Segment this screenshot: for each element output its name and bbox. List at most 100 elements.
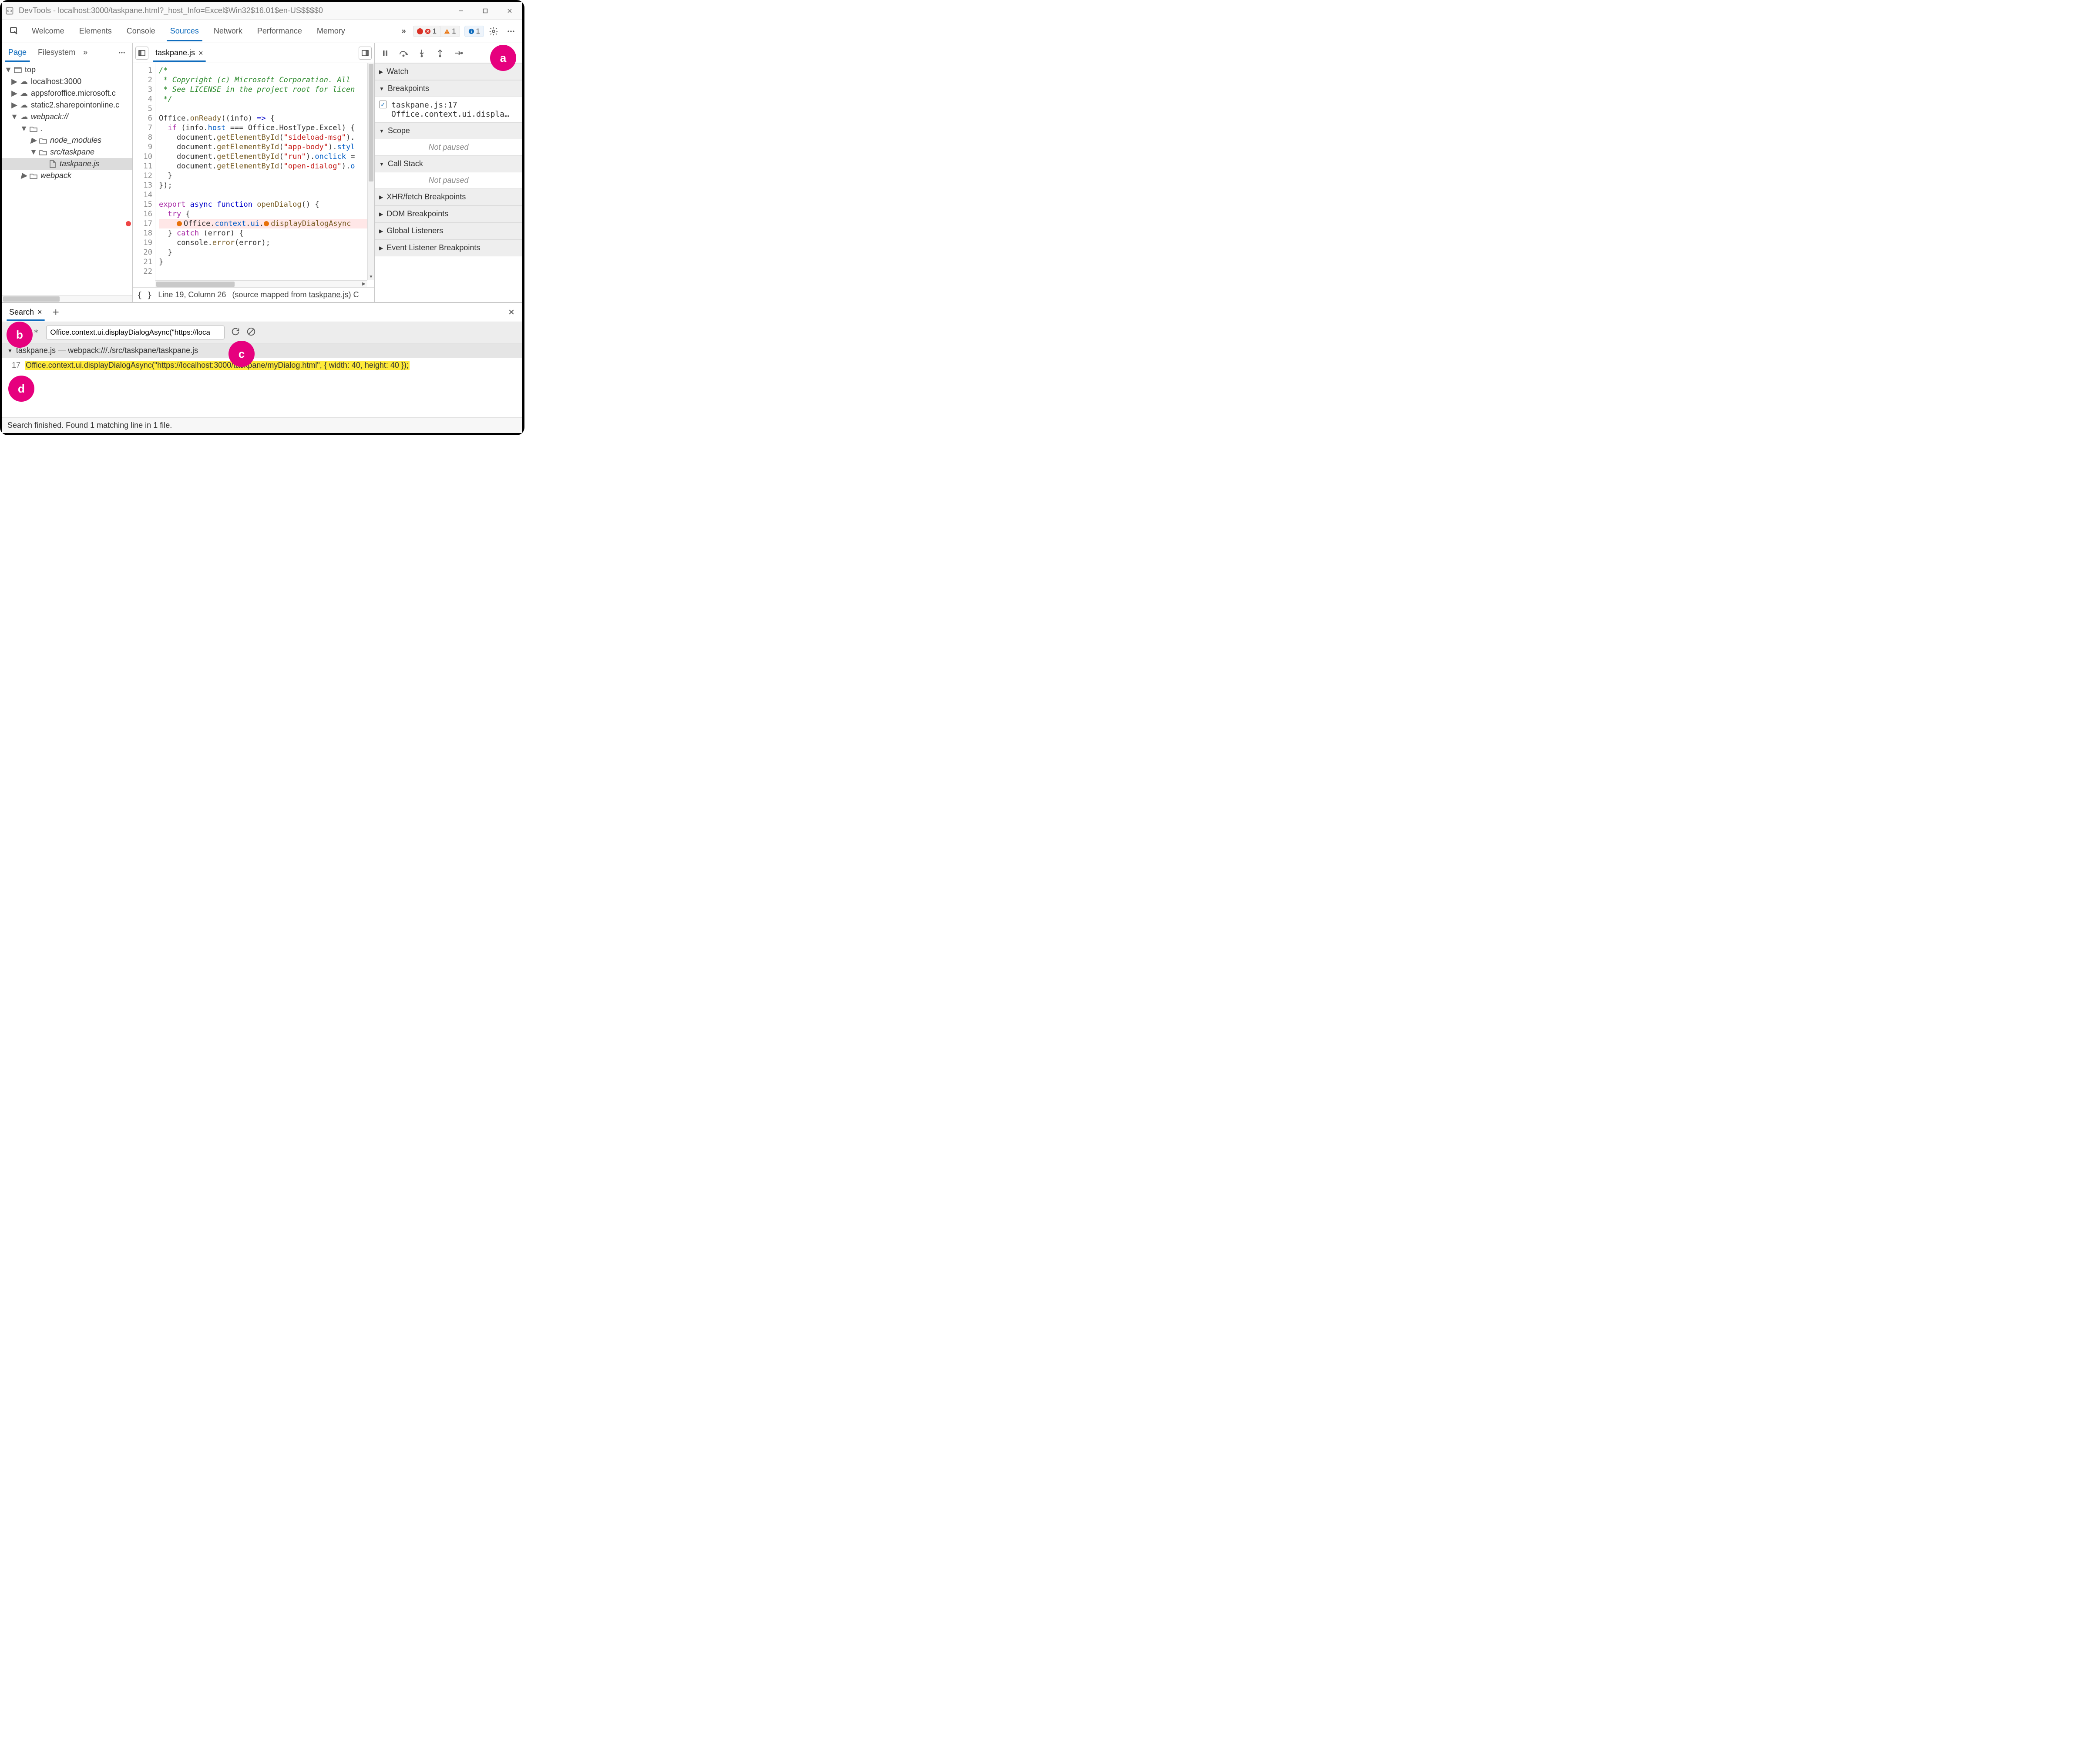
folder-icon bbox=[29, 171, 38, 180]
search-result-file[interactable]: ▼taskpane.js — webpack:///./src/taskpane… bbox=[2, 343, 522, 358]
step-button[interactable] bbox=[452, 47, 464, 59]
issue-badges: 1 1 bbox=[413, 26, 460, 37]
warnings-badge[interactable]: 1 bbox=[440, 26, 460, 37]
step-into-button[interactable] bbox=[416, 47, 428, 59]
annotation-c: c bbox=[228, 341, 255, 367]
navigator-panel: Page Filesystem » ▼top ▶☁localhost:3000 … bbox=[2, 43, 133, 302]
drawer-close-button[interactable]: × bbox=[505, 305, 518, 320]
tree-host-1-label: appsforoffice.microsoft.c bbox=[31, 89, 116, 98]
breakpoint-checkbox[interactable]: ✓ bbox=[379, 101, 387, 108]
breakpoint-item[interactable]: ✓ taskpane.js:17 Office.context.ui.displ… bbox=[375, 97, 522, 122]
dom-pane-header[interactable]: ▶DOM Breakpoints bbox=[375, 205, 522, 222]
file-tab-close-button[interactable]: × bbox=[198, 49, 203, 57]
more-menu-button[interactable] bbox=[503, 24, 519, 39]
refresh-search-button[interactable] bbox=[231, 327, 240, 339]
cloud-icon: ☁ bbox=[20, 101, 28, 110]
clear-search-button[interactable] bbox=[246, 327, 256, 339]
drawer-add-tab-button[interactable]: + bbox=[49, 306, 63, 319]
xhr-pane-header[interactable]: ▶XHR/fetch Breakpoints bbox=[375, 188, 522, 205]
sourcemap-info: (source mapped from taskpane.js) C bbox=[232, 290, 359, 299]
info-badge[interactable]: 1 bbox=[464, 26, 484, 37]
code-area[interactable]: /* * Copyright (c) Microsoft Corporation… bbox=[155, 63, 367, 280]
nav-more-button[interactable] bbox=[114, 45, 130, 60]
scope-pane-header[interactable]: ▼Scope bbox=[375, 122, 522, 139]
sources-main: Page Filesystem » ▼top ▶☁localhost:3000 … bbox=[2, 43, 522, 302]
tab-elements[interactable]: Elements bbox=[72, 21, 119, 41]
step-out-button[interactable] bbox=[434, 47, 446, 59]
navigator-tabs: Page Filesystem » bbox=[2, 43, 132, 62]
tree-dot[interactable]: ▼. bbox=[2, 123, 132, 134]
tree-src-taskpane-label: src/taskpane bbox=[50, 148, 94, 157]
callstack-not-paused: Not paused bbox=[375, 172, 522, 188]
file-tabstrip: taskpane.js × bbox=[133, 43, 374, 63]
debug-panes: ▶Watch ▼Breakpoints ✓ taskpane.js:17 Off… bbox=[375, 63, 522, 302]
drawer-tab-search[interactable]: Search × bbox=[7, 304, 45, 320]
nav-tabs-overflow[interactable]: » bbox=[83, 48, 87, 57]
breakpoint-info: taskpane.js:17 Office.context.ui.displa… bbox=[391, 101, 509, 119]
errors-badge[interactable]: 1 bbox=[413, 26, 440, 37]
tabs-overflow-button[interactable]: » bbox=[398, 25, 410, 37]
window-minimize-button[interactable] bbox=[451, 2, 471, 20]
nav-tab-filesystem[interactable]: Filesystem bbox=[34, 44, 79, 61]
tree-dot-label: . bbox=[40, 124, 43, 133]
global-pane-header[interactable]: ▶Global Listeners bbox=[375, 222, 522, 239]
line-gutter[interactable]: 12345678910111213141516171819202122 bbox=[133, 63, 155, 280]
debugger-panel: ▶Watch ▼Breakpoints ✓ taskpane.js:17 Off… bbox=[374, 43, 522, 302]
tab-console[interactable]: Console bbox=[120, 21, 162, 41]
step-over-button[interactable] bbox=[397, 47, 410, 59]
editor-hscrollbar[interactable]: ◀ ▶ bbox=[155, 280, 367, 287]
toggle-debugger-button[interactable] bbox=[359, 47, 372, 60]
editor-panel: taskpane.js × 12345678910111213141516171… bbox=[133, 43, 374, 302]
editor-vscrollbar[interactable]: ▲ ▼ bbox=[367, 63, 374, 280]
tree-host-1[interactable]: ▶☁appsforoffice.microsoft.c bbox=[2, 87, 132, 99]
breakpoints-label: Breakpoints bbox=[388, 84, 429, 93]
callstack-pane-header[interactable]: ▼Call Stack bbox=[375, 155, 522, 172]
tab-network[interactable]: Network bbox=[207, 21, 249, 41]
navigator-hscrollbar[interactable] bbox=[2, 295, 132, 302]
tree-host-2[interactable]: ▶☁static2.sharepointonline.c bbox=[2, 99, 132, 111]
event-pane-header[interactable]: ▶Event Listener Breakpoints bbox=[375, 239, 522, 256]
search-result-lineno: 17 bbox=[8, 361, 20, 370]
main-toolbar: Welcome Elements Console Sources Network… bbox=[2, 20, 522, 43]
toggle-navigator-button[interactable] bbox=[135, 47, 148, 60]
warnings-count: 1 bbox=[452, 27, 456, 36]
pause-button[interactable] bbox=[379, 47, 391, 59]
drawer-tab-close[interactable]: × bbox=[37, 308, 42, 317]
tree-node-modules-label: node_modules bbox=[50, 136, 101, 145]
frame-icon bbox=[13, 66, 22, 74]
watch-label: Watch bbox=[386, 67, 408, 76]
tree-webpack-folder[interactable]: ▶webpack bbox=[2, 170, 132, 181]
tree-top[interactable]: ▼top bbox=[2, 64, 132, 76]
pretty-print-button[interactable]: { } bbox=[137, 290, 152, 300]
settings-button[interactable] bbox=[486, 24, 501, 39]
cursor-position: Line 19, Column 26 bbox=[158, 290, 226, 299]
tree-node-modules[interactable]: ▶node_modules bbox=[2, 134, 132, 146]
tab-memory[interactable]: Memory bbox=[310, 21, 352, 41]
window-maximize-button[interactable] bbox=[475, 2, 495, 20]
window-close-button[interactable] bbox=[500, 2, 520, 20]
tree-src-taskpane[interactable]: ▼src/taskpane bbox=[2, 146, 132, 158]
tree-host-0-label: localhost:3000 bbox=[31, 77, 81, 86]
tab-welcome[interactable]: Welcome bbox=[25, 21, 71, 41]
tree-taskpane-js-label: taskpane.js bbox=[60, 159, 99, 168]
mapped-file-link[interactable]: taskpane.js bbox=[309, 290, 349, 299]
tree-host-0[interactable]: ▶☁localhost:3000 bbox=[2, 76, 132, 87]
tree-taskpane-js[interactable]: taskpane.js bbox=[2, 158, 132, 170]
inspect-element-button[interactable] bbox=[6, 23, 23, 40]
tree-webpack[interactable]: ▼☁webpack:// bbox=[2, 111, 132, 123]
drawer-panel: Search × + × Aa .* ▼taskpane.js — webpac… bbox=[2, 302, 522, 433]
tab-sources[interactable]: Sources bbox=[163, 21, 206, 41]
file-tab-taskpane[interactable]: taskpane.js × bbox=[151, 44, 208, 62]
nav-tab-page[interactable]: Page bbox=[5, 44, 30, 61]
tab-performance[interactable]: Performance bbox=[250, 21, 309, 41]
breakpoints-pane-header[interactable]: ▼Breakpoints bbox=[375, 80, 522, 97]
panel-tabs: Welcome Elements Console Sources Network… bbox=[25, 21, 396, 41]
code-editor[interactable]: 12345678910111213141516171819202122 /* *… bbox=[133, 63, 374, 280]
scope-not-paused: Not paused bbox=[375, 139, 522, 155]
dom-label: DOM Breakpoints bbox=[386, 209, 448, 218]
search-input[interactable] bbox=[46, 326, 225, 339]
search-result-line[interactable]: 17 Office.context.ui.displayDialogAsync(… bbox=[2, 358, 522, 373]
search-results: ▼taskpane.js — webpack:///./src/taskpane… bbox=[2, 343, 522, 417]
search-result-file-label: taskpane.js — webpack:///./src/taskpane/… bbox=[16, 346, 198, 355]
file-tree[interactable]: ▼top ▶☁localhost:3000 ▶☁appsforoffice.mi… bbox=[2, 62, 132, 295]
